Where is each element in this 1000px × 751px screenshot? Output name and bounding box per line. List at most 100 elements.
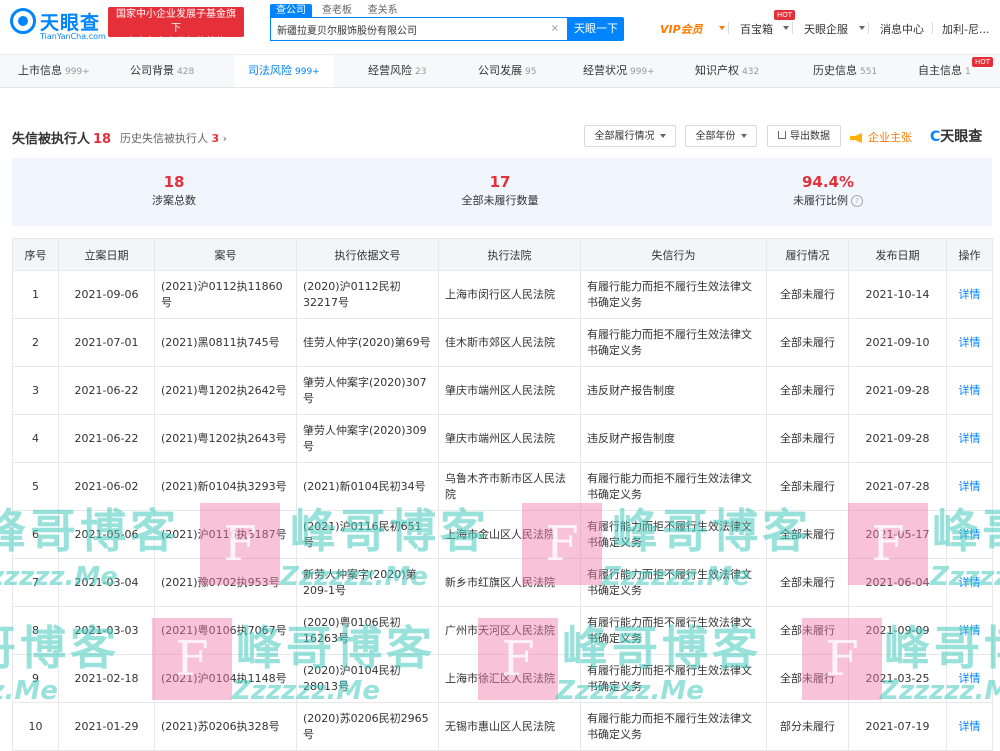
stat-value: 17 [489,173,511,191]
status-filter-dropdown[interactable]: 全部履行情况 [584,125,676,147]
case-number: (2021)新0104执3293号 [154,462,297,511]
tab-company-background[interactable]: 公司背景 428 [130,55,194,87]
case-number: (2021)豫0702执953号 [154,558,297,607]
tab-self-info[interactable]: 自主信息 1 [918,55,971,87]
clear-icon[interactable]: × [551,23,559,34]
export-label: 导出数据 [790,131,830,142]
fulfillment-status: 全部未履行 [766,606,849,655]
tab-label: 上市信息 [18,64,62,77]
stat-label: 涉案总数 [152,194,196,207]
message-center-link[interactable]: 消息中心 [880,21,924,37]
baibaoxiang-link[interactable]: 百宝箱 [740,21,773,37]
tab-operating-status[interactable]: 经营状况 999+ [583,55,655,87]
detail-link[interactable]: 详情 [946,462,993,511]
detail-link[interactable]: 详情 [946,558,993,607]
history-label: 历史失信被执行人 [120,132,208,145]
dishonest-behavior: 有履行能力而拒不履行生效法律文书确定义务 [580,654,767,703]
basis-doc-number: 肇劳人仲案字(2020)307号 [296,366,439,415]
divider [728,22,729,34]
row-no: 6 [12,510,59,559]
tab-intellectual-property[interactable]: 知识产权 432 [695,55,759,87]
history-count: 3 [211,132,220,145]
publish-date: 2021-09-10 [848,318,947,367]
publish-date: 2021-09-28 [848,414,947,463]
divider [932,22,933,34]
table-header-row: 序号 立案日期 案号 执行依据文号 执行法院 失信行为 履行情况 发布日期 操作 [12,238,993,271]
dishonest-behavior: 有履行能力而拒不履行生效法律文书确定义务 [580,558,767,607]
detail-link[interactable]: 详情 [946,606,993,655]
export-button[interactable]: 导出数据 [767,125,841,147]
year-filter-dropdown[interactable]: 全部年份 [685,125,757,147]
search-input[interactable] [271,18,551,40]
case-number: (2021)粤1202执2643号 [154,414,297,463]
col-header: 序号 [12,238,59,271]
detail-link[interactable]: 详情 [946,414,993,463]
row-no: 3 [12,366,59,415]
tab-label: 经营状况 [583,64,627,77]
col-header: 操作 [946,238,993,271]
detail-link[interactable]: 详情 [946,270,993,319]
basis-doc-number: (2021)新0104民初34号 [296,462,439,511]
col-header: 执行法院 [438,238,581,271]
dishonest-behavior: 有履行能力而拒不履行生效法律文书确定义务 [580,702,767,751]
search-tab-relation[interactable]: 查关系 [362,4,404,18]
site-logo[interactable]: 天眼查 TianYanCha.com [10,6,106,44]
export-icon [778,131,786,139]
dishonest-table: 序号 立案日期 案号 执行依据文号 执行法院 失信行为 履行情况 发布日期 操作… [12,238,993,751]
detail-link[interactable]: 详情 [946,702,993,751]
table-row: 9 2021-02-18 (2021)沪0104执1148号 (2020)沪0104民… [12,654,993,703]
detail-link[interactable]: 详情 [946,510,993,559]
user-menu[interactable]: 加利-尼... [942,21,989,37]
chevron-down-icon [859,26,865,30]
filing-date: 2021-09-06 [58,270,155,319]
basis-doc-number: (2020)粤0106民初16263号 [296,606,439,655]
search-tab-company[interactable]: 查公司 [270,4,312,18]
fulfillment-status: 全部未履行 [766,558,849,607]
slogan-line1: 国家中小企业发展子基金旗下 [116,9,236,34]
publish-date: 2021-07-28 [848,462,947,511]
case-number: (2021)沪0112执11860号 [154,270,297,319]
filing-date: 2021-06-22 [58,366,155,415]
filing-date: 2021-03-04 [58,558,155,607]
tab-judicial-risk[interactable]: 司法风险 999+ [234,55,334,87]
tab-count: 428 [177,67,195,77]
tab-count: 999+ [630,67,655,77]
chevron-right-icon: › [222,132,228,145]
tab-history-info[interactable]: 历史信息 551 [813,55,877,87]
chevron-down-icon [659,134,666,138]
case-number: (2021)黑0811执745号 [154,318,297,367]
question-icon[interactable]: ? [851,195,863,207]
col-header: 执行依据文号 [296,238,439,271]
logo-subtext: TianYanCha.com [40,32,106,41]
tianyan-qifu-link[interactable]: 天眼企服 [804,21,848,37]
tab-company-development[interactable]: 公司发展 95 [478,55,536,87]
search-button[interactable]: 天眼一下 [568,17,624,41]
basis-doc-number: 新劳人仲案字(2020)第209-1号 [296,558,439,607]
detail-link[interactable]: 详情 [946,654,993,703]
history-dishonest-link[interactable]: 历史失信被执行人 3 › [120,130,227,146]
filing-date: 2021-02-18 [58,654,155,703]
chevron-down-icon [740,134,747,138]
row-no: 7 [12,558,59,607]
filter-label: 全部履行情况 [594,131,655,142]
col-header: 履行情况 [766,238,849,271]
row-no: 5 [12,462,59,511]
logo-eye-icon [10,8,36,34]
slogan-banner: 国家中小企业发展子基金旗下 官方备案企业征信机构 [108,7,244,48]
table-row: 3 2021-06-22 (2021)粤1202执2642号 肇劳人仲案字(2020)… [12,366,993,415]
search-tab-boss[interactable]: 查老板 [316,4,358,18]
vip-link[interactable]: VIP会员 [660,21,703,37]
publish-date: 2021-05-17 [848,510,947,559]
tab-label: 公司背景 [130,64,174,77]
stat-label: 全部未履行数量 [461,194,539,207]
filing-date: 2021-06-22 [58,414,155,463]
court: 乌鲁木齐市新市区人民法院 [438,462,581,511]
enterprise-speak-link[interactable]: 企业主张 [850,129,912,145]
stat-unfulfilled: 17 全部未履行数量 [410,172,590,210]
tab-operating-risk[interactable]: 经营风险 23 [368,55,426,87]
publish-date: 2021-09-28 [848,366,947,415]
tab-listing-info[interactable]: 上市信息 999+ [18,55,90,87]
basis-doc-number: (2020)苏0206民初2965号 [296,702,439,751]
detail-link[interactable]: 详情 [946,366,993,415]
detail-link[interactable]: 详情 [946,318,993,367]
